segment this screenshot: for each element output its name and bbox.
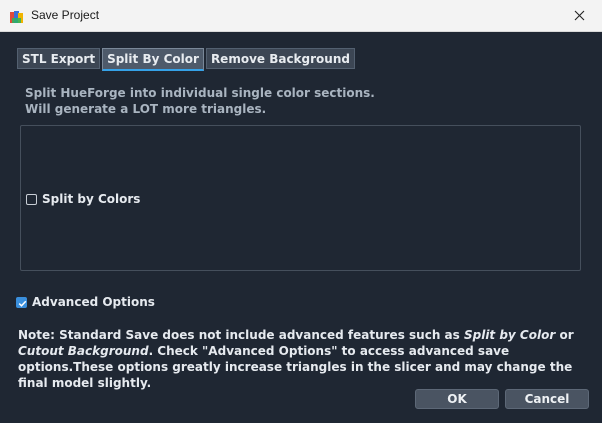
description-line-2: Will generate a LOT more triangles. bbox=[25, 102, 267, 116]
check-icon bbox=[18, 300, 27, 307]
split-by-colors-checkbox[interactable]: Split by Colors bbox=[26, 192, 140, 206]
note-text-1: Note: Standard Save does not include adv… bbox=[18, 328, 464, 342]
cancel-button[interactable]: Cancel bbox=[505, 389, 589, 409]
split-by-colors-label: Split by Colors bbox=[42, 192, 141, 206]
tab-split-by-color[interactable]: Split By Color bbox=[102, 48, 204, 71]
advanced-options-label: Advanced Options bbox=[32, 295, 155, 309]
advanced-options-checkbox-box[interactable] bbox=[16, 296, 27, 308]
advanced-options-checkbox[interactable]: Advanced Options bbox=[16, 295, 155, 309]
advanced-note: Note: Standard Save does not include adv… bbox=[18, 327, 584, 391]
note-emphasis-cutout: Cutout Background bbox=[18, 344, 149, 358]
description-line-1: Split HueForge into individual single co… bbox=[25, 86, 375, 100]
note-text-2: or bbox=[555, 328, 574, 342]
tab-bar: STL Export Split By Color Remove Backgro… bbox=[17, 48, 355, 71]
close-icon bbox=[574, 6, 585, 25]
split-description: Split HueForge into individual single co… bbox=[25, 85, 375, 117]
title-bar: Save Project bbox=[0, 0, 602, 32]
app-icon bbox=[10, 9, 24, 23]
close-button[interactable] bbox=[556, 0, 602, 31]
tab-stl-export[interactable]: STL Export bbox=[17, 48, 101, 69]
tab-remove-background[interactable]: Remove Background bbox=[205, 48, 355, 69]
note-emphasis-split: Split by Color bbox=[463, 328, 556, 342]
ok-button[interactable]: OK bbox=[415, 389, 499, 409]
split-by-colors-checkbox-box[interactable] bbox=[26, 193, 37, 205]
window-title: Save Project bbox=[31, 8, 100, 22]
